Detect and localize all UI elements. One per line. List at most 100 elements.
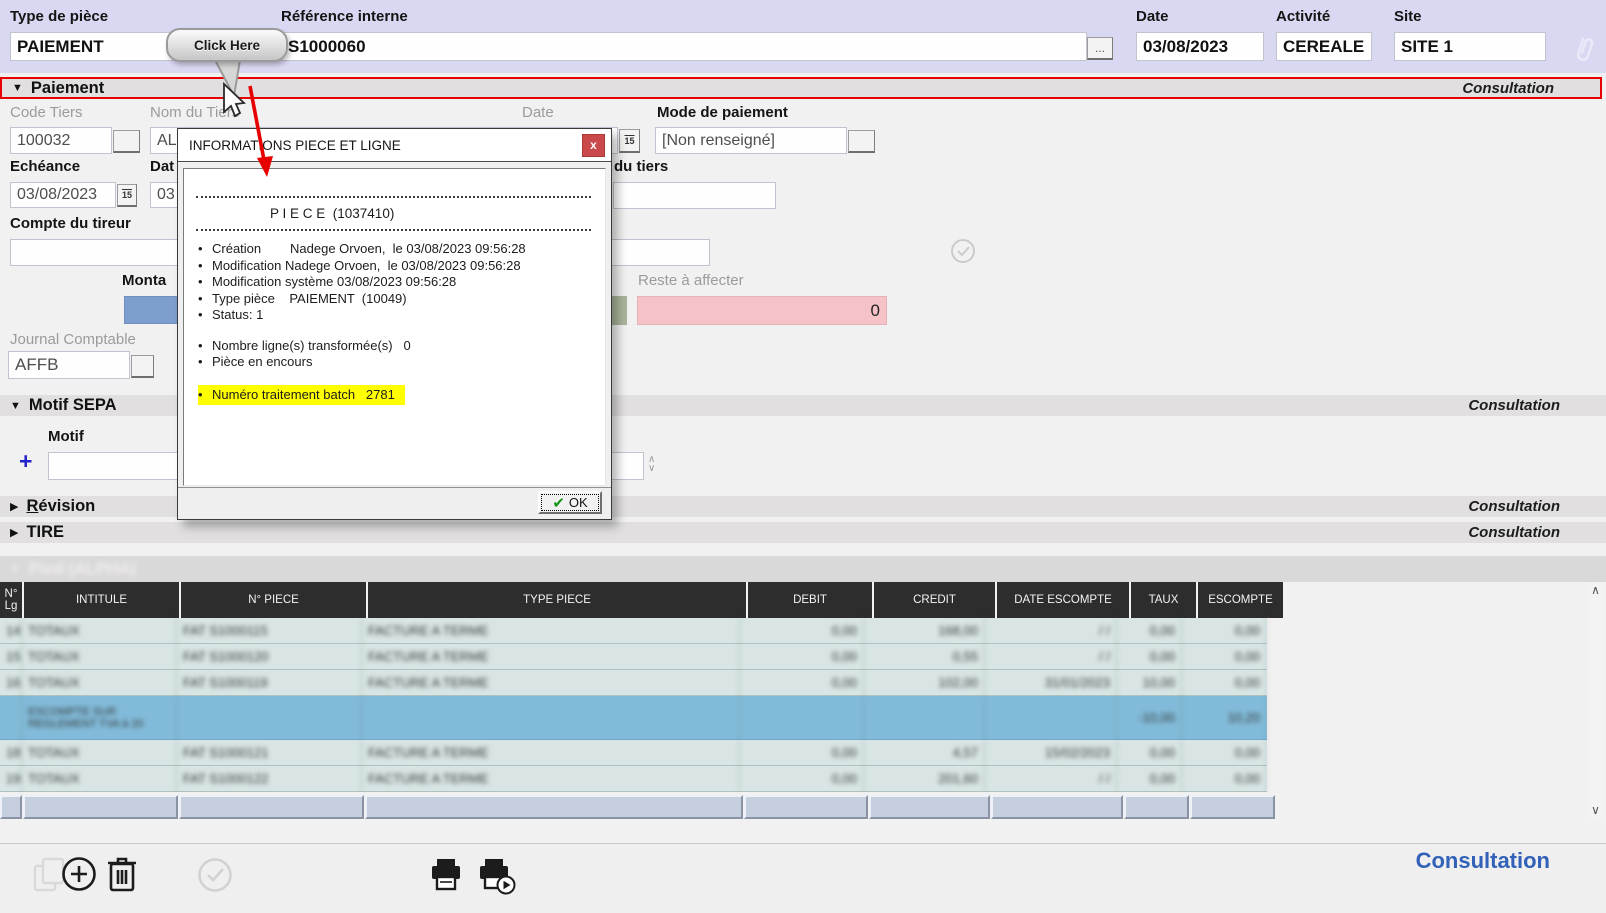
table-cell[interactable]: FACTURE A TERME [362,740,740,765]
table-cell[interactable]: 0,00 [1182,670,1267,695]
grid-vertical-scrollbar[interactable]: ∧ ∨ [1587,582,1604,818]
code-tiers-lookup-button[interactable] [113,130,140,153]
column-header[interactable]: CREDIT [874,582,995,618]
date-field[interactable]: 03/08/2023 [1136,32,1264,61]
close-icon[interactable]: x [582,134,605,157]
table-cell[interactable]: FAT S1000115 [177,618,362,643]
column-header[interactable]: ESCOMPTE [1198,582,1283,618]
column-header[interactable]: TAUX [1131,582,1196,618]
table-cell[interactable]: TOTAUX [22,766,177,791]
table-cell[interactable]: ESCOMPTE SUR REGLEMENT TVA à 20 [22,696,177,739]
echeance-field[interactable]: 03/08/2023 [10,182,116,208]
validate-icon[interactable] [196,856,234,894]
table-cell[interactable]: 0,00 [740,740,864,765]
section-paiement-header[interactable]: ▼Paiement Consultation [0,77,1602,99]
table-cell[interactable]: FACTURE A TERME [362,618,740,643]
check-circle-icon[interactable] [950,238,976,264]
table-cell[interactable]: 0,55 [864,644,985,669]
table-cell[interactable]: 15 [0,644,22,669]
table-cell[interactable]: 0,00 [1117,766,1182,791]
table-cell[interactable]: FAT S1000120 [177,644,362,669]
table-cell[interactable]: 168,00 [864,618,985,643]
echeance-calendar-icon[interactable]: 15 [117,184,137,207]
table-cell[interactable]: 0,00 [740,766,864,791]
table-cell[interactable]: 0,00 [1182,644,1267,669]
site-field[interactable]: SITE 1 [1394,32,1546,61]
table-cell[interactable]: TOTAUX [22,740,177,765]
table-row[interactable]: ESCOMPTE SUR REGLEMENT TVA à 20-10,0010,… [0,696,1267,740]
paperclip-icon[interactable] [1572,34,1598,64]
table-cell[interactable]: 0,00 [740,644,864,669]
table-cell[interactable] [985,696,1117,739]
table-cell[interactable]: 31/01/2023 [985,670,1117,695]
motif-spinner[interactable]: ∧ ∨ [648,455,655,473]
table-cell[interactable]: FACTURE A TERME [362,670,740,695]
table-cell[interactable] [0,696,22,739]
table-cell[interactable]: 0,00 [740,618,864,643]
table-cell[interactable]: 18 [0,740,22,765]
table-cell[interactable]: 0,00 [1182,618,1267,643]
table-cell[interactable]: / / [985,766,1117,791]
table-cell[interactable]: 14 [0,618,22,643]
table-cell[interactable]: 16 [0,670,22,695]
column-header[interactable]: TYPE PIECE [368,582,746,618]
table-cell[interactable]: 19 [0,766,22,791]
print-icon[interactable] [428,857,464,893]
journal-lookup-button[interactable] [131,355,154,378]
table-cell[interactable]: TOTAUX [22,618,177,643]
dialog-titlebar[interactable]: INFORMATIONS PIECE ET LIGNE x [178,129,611,162]
scroll-up-arrow[interactable]: ∧ [1591,584,1600,596]
table-row[interactable]: 19TOTAUXFAT S1000122FACTURE A TERME0,002… [0,766,1267,792]
scroll-down-arrow[interactable]: ∨ [1591,804,1600,816]
delete-icon[interactable] [106,854,138,894]
table-cell[interactable] [362,696,740,739]
add-icon[interactable] [60,855,98,893]
table-cell[interactable]: 102,00 [864,670,985,695]
table-cell[interactable]: 0,00 [1117,618,1182,643]
table-row[interactable]: 15TOTAUXFAT S1000120FACTURE A TERME0,000… [0,644,1267,670]
table-cell[interactable]: TOTAUX [22,644,177,669]
add-motif-button[interactable]: + [19,448,32,475]
table-cell[interactable]: 0,00 [1117,644,1182,669]
table-cell[interactable]: 4,57 [864,740,985,765]
table-cell[interactable] [177,696,362,739]
calendar-icon[interactable]: 15 [619,129,640,153]
column-header[interactable]: DATE ESCOMPTE [997,582,1129,618]
table-cell[interactable]: / / [985,644,1117,669]
table-cell[interactable]: 0,00 [1182,740,1267,765]
table-row[interactable]: 16TOTAUXFAT S1000119FACTURE A TERME0,001… [0,670,1267,696]
table-cell[interactable]: TOTAUX [22,670,177,695]
column-header[interactable]: INTITULE [24,582,179,618]
reste-a-affecter-field[interactable]: 0 [637,296,887,325]
table-cell[interactable]: FACTURE A TERME [362,644,740,669]
table-cell[interactable]: 10,20 [1182,696,1267,739]
table-cell[interactable]: FAT S1000122 [177,766,362,791]
section-pied-header[interactable]: ▼Pied (ALPHA) [0,556,1606,582]
column-header[interactable]: DEBIT [748,582,872,618]
table-cell[interactable]: 15/02/2023 [985,740,1117,765]
table-cell[interactable]: 201,60 [864,766,985,791]
chevron-down-icon[interactable]: ∨ [648,464,655,473]
du-tiers-field[interactable] [613,182,776,209]
code-tiers-field[interactable]: 100032 [10,127,112,154]
table-cell[interactable] [740,696,864,739]
table-cell[interactable]: 10,00 [1117,670,1182,695]
table-cell[interactable]: 0,00 [740,670,864,695]
reference-field[interactable]: S1000060 [281,32,1087,61]
journal-comptable-field[interactable]: AFFB [8,351,130,379]
column-header[interactable]: N° PIECE [181,582,366,618]
table-cell[interactable]: 0,00 [1182,766,1267,791]
table-row[interactable]: 18TOTAUXFAT S1000121FACTURE A TERME0,004… [0,740,1267,766]
mode-paiement-lookup-button[interactable] [848,130,875,153]
table-cell[interactable]: 0,00 [1117,740,1182,765]
activite-field[interactable]: CEREALE [1276,32,1372,61]
table-cell[interactable] [864,696,985,739]
table-cell[interactable]: FAT S1000119 [177,670,362,695]
reference-lookup-button[interactable]: ... [1087,37,1113,60]
section-tire-header[interactable]: ▶TIRE Consultation [0,522,1606,543]
table-cell[interactable]: FACTURE A TERME [362,766,740,791]
table-row[interactable]: 14TOTAUXFAT S1000115FACTURE A TERME0,001… [0,618,1267,644]
ok-button[interactable]: ✔ OK [538,491,602,514]
table-cell[interactable]: / / [985,618,1117,643]
print-run-icon[interactable] [476,857,520,897]
